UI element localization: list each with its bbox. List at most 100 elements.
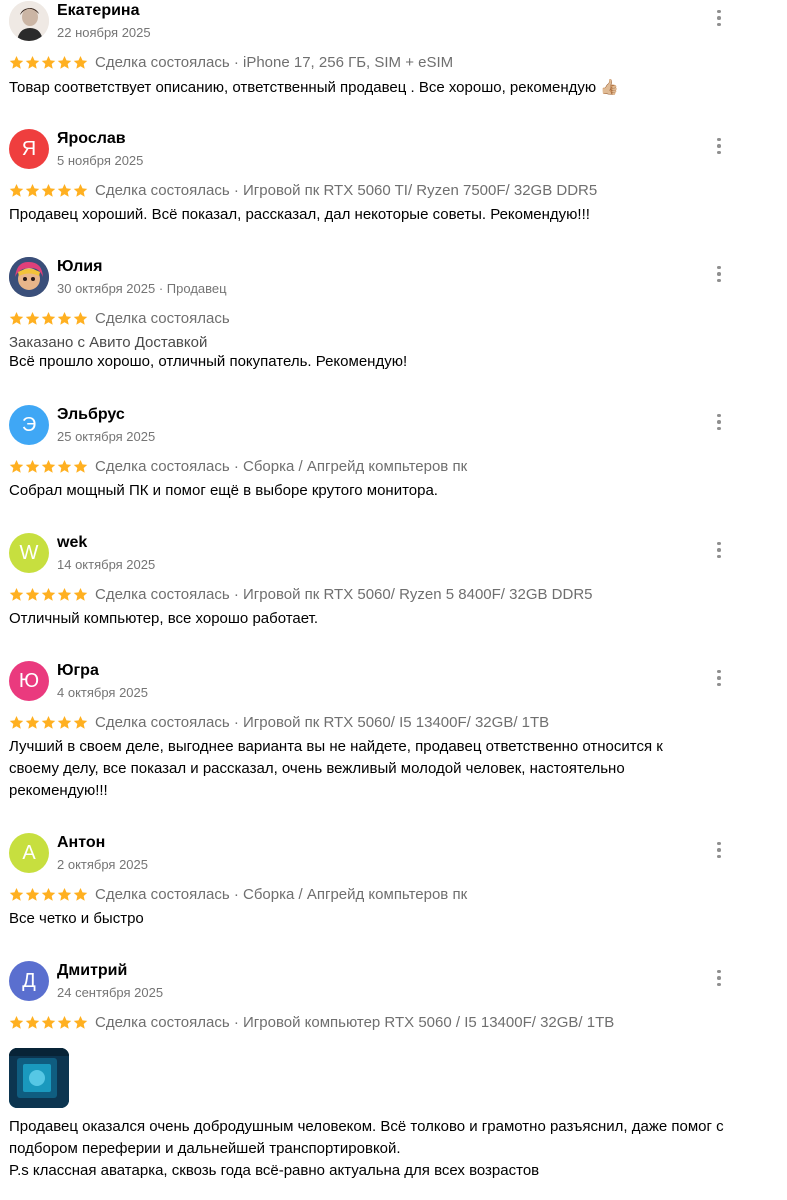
review-date: 30 октября 2025 bbox=[57, 281, 156, 296]
star-icon bbox=[41, 459, 56, 473]
star-icon bbox=[73, 887, 88, 901]
more-options-icon[interactable] bbox=[708, 537, 730, 563]
star-icon bbox=[25, 459, 40, 473]
deal-status: Сделка состоялась · Игровой пк RTX 5060 … bbox=[95, 181, 598, 199]
review-date: 25 октября 2025 bbox=[57, 429, 156, 444]
review-text: Все четко и быстро bbox=[9, 910, 144, 927]
star-icon bbox=[9, 1015, 24, 1029]
user-photo-icon bbox=[9, 257, 49, 297]
avatar[interactable]: Я bbox=[9, 129, 49, 169]
review-text: Собрал мощный ПК и помог ещё в выборе кр… bbox=[9, 482, 438, 499]
rating-row: Сделка состоялась · Сборка / Апгрейд ком… bbox=[9, 456, 467, 476]
star-icon bbox=[25, 1015, 40, 1029]
review-date: 22 ноября 2025 bbox=[57, 25, 151, 40]
star-icon bbox=[57, 587, 72, 601]
star-icon bbox=[9, 715, 24, 729]
star-icon bbox=[73, 55, 88, 69]
review-text: Отличный компьютер, все хорошо работает. bbox=[9, 610, 318, 627]
star-icon bbox=[41, 1015, 56, 1029]
avatar-letter: Д bbox=[22, 969, 36, 992]
delivery-note: Заказано с Авито Доставкой bbox=[9, 334, 208, 351]
star-icon bbox=[57, 55, 72, 69]
star-icon bbox=[41, 587, 56, 601]
star-icon bbox=[57, 183, 72, 197]
more-options-icon[interactable] bbox=[708, 409, 730, 435]
rating-row: Сделка состоялась · Игровой пк RTX 5060/… bbox=[9, 712, 549, 732]
review-photo[interactable] bbox=[9, 1048, 69, 1108]
more-options-icon[interactable] bbox=[708, 665, 730, 691]
review-card: Ю Югра 4 октября 2025 Сделка состоялась … bbox=[0, 661, 787, 806]
rating-stars bbox=[9, 715, 88, 730]
avatar[interactable]: А bbox=[9, 833, 49, 873]
review-text: Товар соответствует описанию, ответствен… bbox=[9, 79, 619, 96]
review-author[interactable]: wek bbox=[57, 534, 87, 552]
more-options-icon[interactable] bbox=[708, 133, 730, 159]
avatar[interactable]: W bbox=[9, 533, 49, 573]
rating-row: Сделка состоялась · Игровой пк RTX 5060/… bbox=[9, 584, 593, 604]
review-card: Э Эльбрус 25 октября 2025 Сделка состоял… bbox=[0, 405, 787, 505]
more-options-icon[interactable] bbox=[708, 837, 730, 863]
star-icon bbox=[57, 887, 72, 901]
rating-stars bbox=[9, 587, 88, 602]
star-icon bbox=[9, 587, 24, 601]
avatar[interactable]: Д bbox=[9, 961, 49, 1001]
more-options-icon[interactable] bbox=[708, 5, 730, 31]
review-date: 5 ноября 2025 bbox=[57, 153, 144, 168]
avatar-letter: W bbox=[19, 541, 39, 564]
rating-stars bbox=[9, 1015, 88, 1030]
review-card: Я Ярослав 5 ноября 2025 Сделка состоялас… bbox=[0, 129, 787, 229]
star-icon bbox=[25, 55, 40, 69]
review-author[interactable]: Дмитрий bbox=[57, 962, 127, 980]
avatar-letter: Э bbox=[21, 413, 37, 436]
avatar[interactable]: Ю bbox=[9, 661, 49, 701]
rating-stars bbox=[9, 55, 88, 70]
star-icon bbox=[9, 183, 24, 197]
deal-status: Сделка состоялась · Сборка / Апгрейд ком… bbox=[95, 457, 468, 475]
rating-row: Сделка состоялась · Игровой компьютер RT… bbox=[9, 1012, 614, 1032]
avatar-letter: Я bbox=[21, 137, 37, 160]
star-icon bbox=[25, 587, 40, 601]
review-text: Продавец оказался очень добродушным чело… bbox=[9, 1118, 724, 1179]
review-date: 14 октября 2025 bbox=[57, 557, 156, 572]
review-author[interactable]: Эльбрус bbox=[57, 406, 125, 424]
star-icon bbox=[57, 459, 72, 473]
review-date: 4 октября 2025 bbox=[57, 685, 148, 700]
review-author[interactable]: Антон bbox=[57, 834, 105, 852]
rating-stars bbox=[9, 183, 88, 198]
avatar[interactable] bbox=[9, 257, 49, 297]
star-icon bbox=[41, 55, 56, 69]
star-icon bbox=[73, 587, 88, 601]
rating-stars bbox=[9, 459, 88, 474]
review-card: Д Дмитрий 24 сентября 2025 Сделка состоя… bbox=[0, 961, 787, 1191]
deal-status: Сделка состоялась · Сборка / Апгрейд ком… bbox=[95, 885, 468, 903]
deal-status: Сделка состоялась · Игровой пк RTX 5060/… bbox=[95, 585, 593, 603]
star-icon bbox=[9, 55, 24, 69]
star-icon bbox=[73, 459, 88, 473]
more-options-icon[interactable] bbox=[708, 261, 730, 287]
user-photo-icon bbox=[9, 1, 49, 41]
star-icon bbox=[9, 311, 24, 325]
rating-row: Сделка состоялась · Игровой пк RTX 5060 … bbox=[9, 180, 597, 200]
review-author[interactable]: Юлия bbox=[57, 258, 102, 276]
review-author[interactable]: Екатерина bbox=[57, 2, 139, 20]
star-icon bbox=[41, 183, 56, 197]
review-text: Продавец хороший. Всё показал, рассказал… bbox=[9, 206, 590, 223]
more-options-icon[interactable] bbox=[708, 965, 730, 991]
review-text: Лучший в своем деле, выгоднее варианта в… bbox=[9, 738, 663, 799]
review-author[interactable]: Югра bbox=[57, 662, 99, 680]
star-icon bbox=[25, 183, 40, 197]
star-icon bbox=[41, 887, 56, 901]
review-author[interactable]: Ярослав bbox=[57, 130, 126, 148]
rating-stars bbox=[9, 311, 88, 326]
star-icon bbox=[73, 1015, 88, 1029]
star-icon bbox=[9, 887, 24, 901]
star-icon bbox=[73, 311, 88, 325]
review-role: Продавец bbox=[166, 281, 227, 296]
rating-row: Сделка состоялась bbox=[9, 308, 230, 328]
avatar[interactable]: Э bbox=[9, 405, 49, 445]
star-icon bbox=[41, 311, 56, 325]
star-icon bbox=[25, 715, 40, 729]
avatar[interactable] bbox=[9, 1, 49, 41]
avatar-letter: А bbox=[22, 841, 36, 864]
deal-status: Сделка состоялась bbox=[95, 309, 230, 327]
